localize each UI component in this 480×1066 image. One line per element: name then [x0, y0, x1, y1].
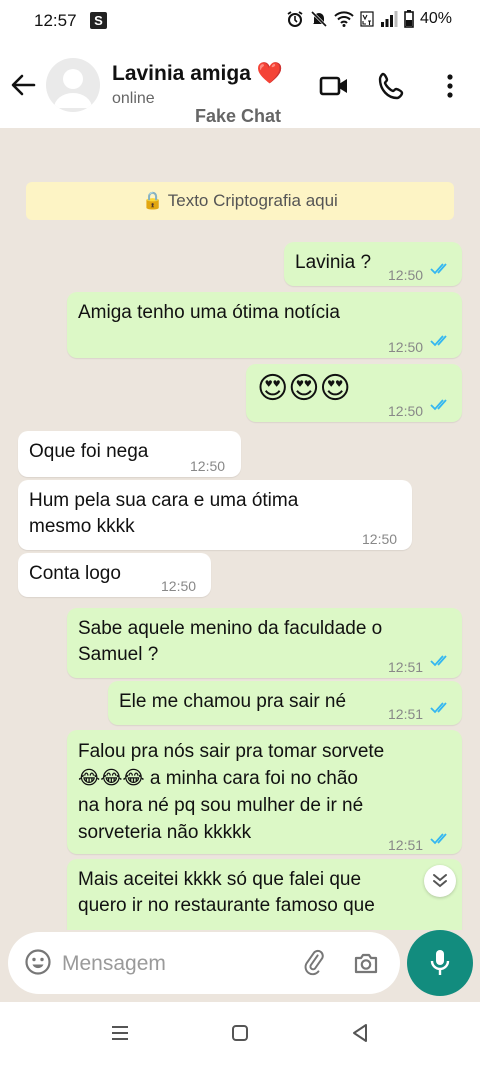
attach-icon[interactable] — [300, 949, 328, 977]
home-icon[interactable] — [229, 1022, 251, 1044]
volte-icon — [360, 11, 374, 27]
status-icons: 40% — [286, 10, 452, 28]
camera-icon[interactable] — [352, 949, 380, 977]
message-bubble-outgoing[interactable]: Ele me chamou pra sair né 12:51 — [108, 681, 462, 725]
message-time: 12:50 — [362, 531, 398, 547]
back-arrow-icon[interactable] — [10, 72, 36, 98]
avatar-placeholder-icon — [54, 69, 92, 108]
message-bubble-incoming[interactable]: Hum pela sua cara e uma ótima mesmo kkkk… — [18, 480, 412, 550]
read-ticks-icon — [430, 399, 447, 411]
emoji-icon[interactable] — [24, 948, 52, 976]
chat-header: Lavinia amiga ❤️ online Fake Chat — [0, 42, 480, 128]
scroll-to-bottom-button[interactable] — [424, 865, 456, 897]
read-ticks-icon — [430, 702, 447, 714]
message-bubble-incoming[interactable]: Conta logo 12:50 — [18, 553, 211, 597]
signal-icon — [380, 11, 398, 27]
avatar[interactable] — [46, 58, 100, 112]
message-bubble-outgoing[interactable]: Falou pra nós sair pra tomar sorvete 😂😂😂… — [67, 730, 462, 854]
chat-area[interactable]: 🔒 Texto Criptografia aqui Lavinia ? 12:5… — [0, 128, 480, 930]
status-time: 12:57 — [34, 11, 77, 30]
back-nav-icon[interactable] — [349, 1022, 371, 1044]
double-chevron-down-icon — [433, 874, 447, 888]
voice-call-icon[interactable] — [376, 70, 408, 102]
message-time: 12:51 — [388, 837, 424, 853]
read-ticks-icon — [430, 335, 447, 347]
message-bubble-outgoing[interactable]: 😍😍😍 12:50 — [246, 364, 462, 422]
message-time: 12:50 — [190, 458, 226, 474]
message-time: 12:50 — [161, 578, 197, 594]
contact-name[interactable]: Lavinia amiga ❤️ — [112, 62, 283, 86]
message-input[interactable] — [60, 946, 284, 982]
message-bubble-incoming[interactable]: Oque foi nega 12:50 — [18, 431, 241, 477]
status-bar: 12:57 S 40% — [0, 0, 480, 42]
message-text: Mais aceitei kkkk só que falei que quero… — [78, 869, 375, 916]
mic-icon — [430, 950, 450, 975]
mic-button[interactable] — [407, 930, 473, 996]
contact-status: online — [112, 90, 155, 107]
message-text: Amiga tenho uma ótima notícia — [78, 302, 340, 323]
read-ticks-icon — [430, 655, 447, 667]
message-text: Conta logo — [29, 563, 121, 584]
message-input-pill — [8, 932, 400, 994]
read-ticks-icon — [430, 263, 447, 275]
message-time: 12:50 — [388, 267, 424, 283]
more-options-icon[interactable] — [434, 70, 466, 102]
message-text: Oque foi nega — [29, 441, 149, 462]
message-bubble-outgoing[interactable]: Amiga tenho uma ótima notícia 12:50 — [67, 292, 462, 358]
video-call-icon[interactable] — [318, 70, 350, 102]
battery-icon — [404, 10, 414, 28]
alarm-icon — [287, 11, 303, 27]
message-text: Ele me chamou pra sair né — [119, 691, 347, 712]
system-nav-bar — [0, 1002, 480, 1066]
composer-bar — [0, 930, 480, 1002]
wifi-icon — [334, 11, 354, 27]
s-badge: S — [90, 12, 107, 29]
read-ticks-icon — [430, 833, 447, 845]
message-emoji: 😍😍😍 — [257, 372, 351, 405]
message-time: 12:51 — [388, 659, 424, 675]
muted-bell-icon — [310, 10, 328, 28]
message-text: Lavinia ? — [295, 252, 372, 273]
message-text: Hum pela sua cara e uma ótima mesmo kkkk — [29, 490, 299, 537]
message-bubble-outgoing[interactable]: Lavinia ? 12:50 — [284, 242, 462, 286]
watermark-label: Fake Chat — [195, 106, 282, 126]
message-bubble-outgoing[interactable]: Sabe aquele menino da faculdade o Samuel… — [67, 608, 462, 678]
battery-percent: 40% — [419, 10, 452, 27]
message-bubble-outgoing[interactable]: Mais aceitei kkkk só que falei que quero… — [67, 859, 462, 930]
message-time: 12:50 — [388, 339, 424, 355]
message-text: Falou pra nós sair pra tomar sorvete 😂😂😂… — [78, 741, 385, 843]
encryption-notice[interactable]: 🔒 Texto Criptografia aqui — [26, 182, 454, 220]
recents-icon[interactable] — [109, 1022, 131, 1044]
message-time: 12:50 — [388, 403, 424, 419]
message-time: 12:51 — [388, 706, 424, 722]
message-text: Sabe aquele menino da faculdade o Samuel… — [78, 618, 383, 665]
